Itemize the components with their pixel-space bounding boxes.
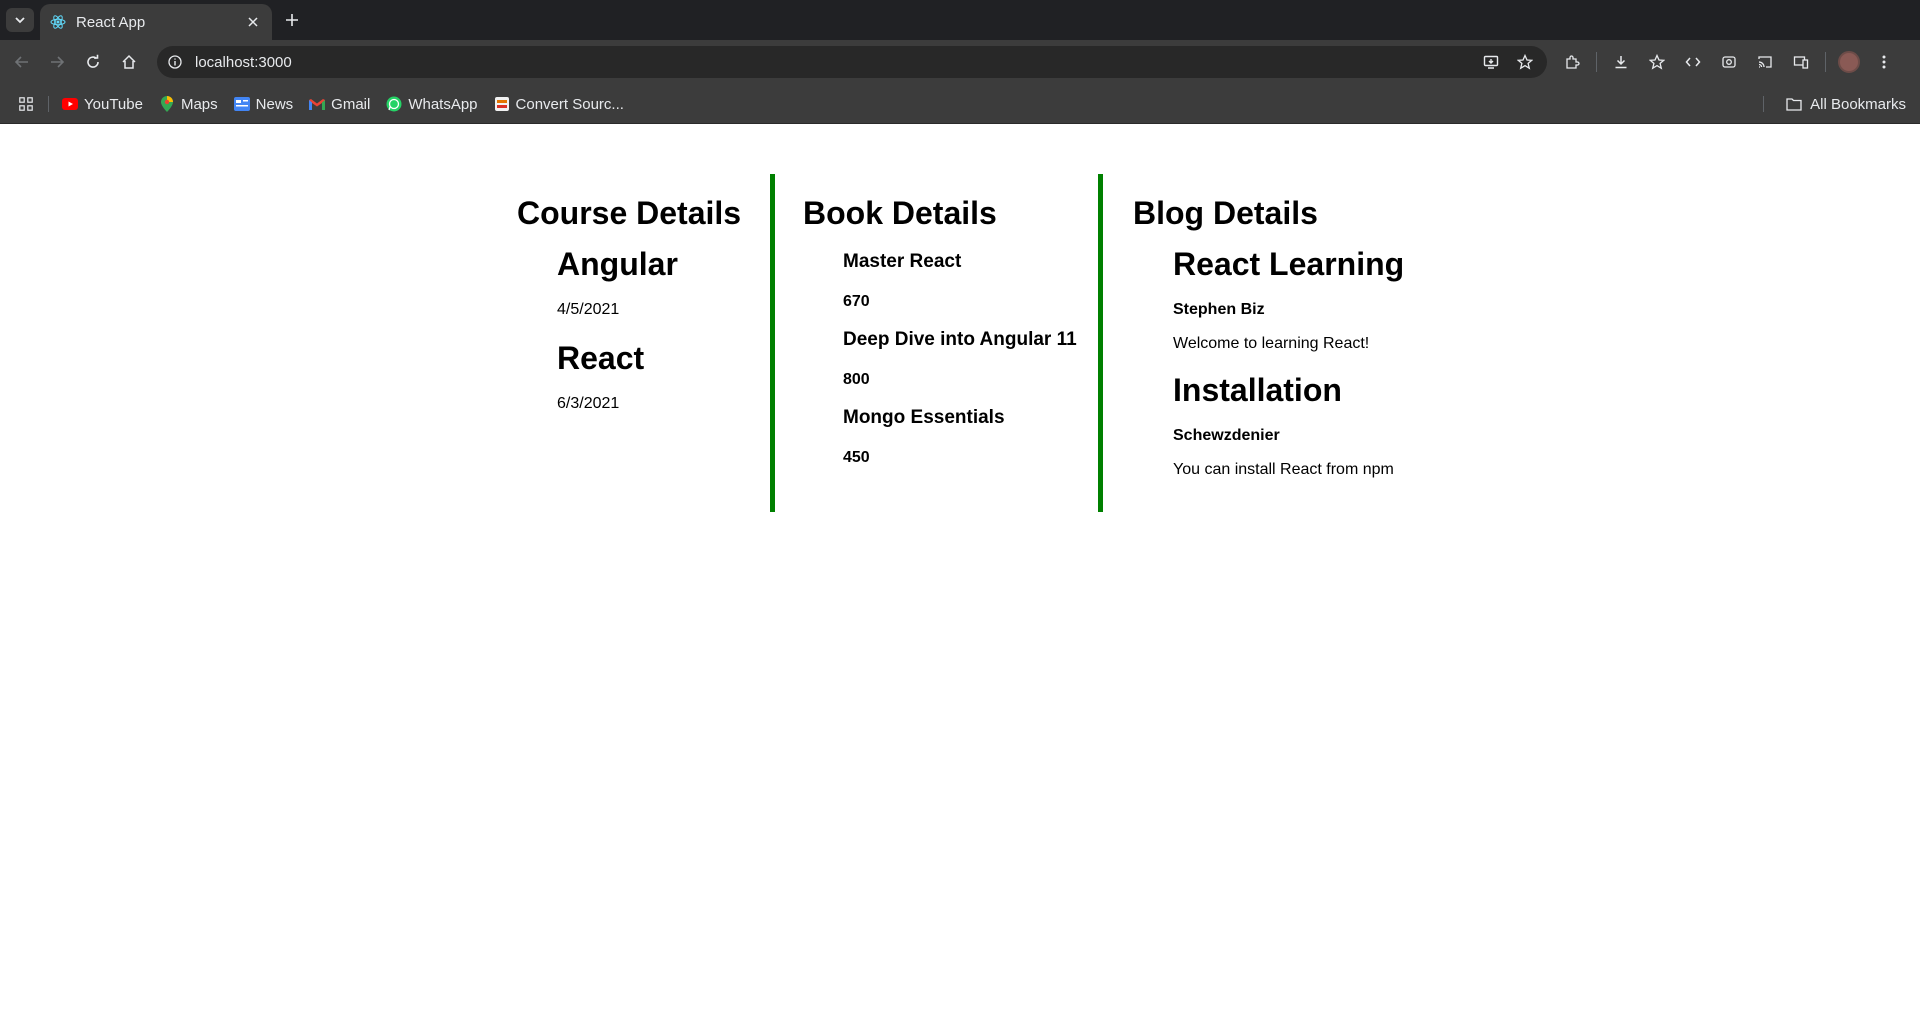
- blog-author: Stephen Biz: [1173, 301, 1265, 318]
- apps-grid-icon[interactable]: [16, 94, 36, 114]
- back-arrow-icon: [14, 56, 28, 68]
- blog-item: Installation Schewzdenier You can instal…: [1173, 370, 1431, 480]
- devices-icon[interactable]: [1789, 50, 1813, 74]
- bookmark-label: Maps: [180, 95, 218, 113]
- toolbar-actions: [1560, 50, 1896, 74]
- new-tab-button[interactable]: [280, 8, 304, 32]
- blog-title: Installation: [1173, 372, 1342, 408]
- blog-content: You can install React from npm: [1173, 461, 1394, 478]
- bookmark-list: YouTube Maps News Gmail WhatsApp Convert…: [62, 84, 624, 124]
- book-details-heading: Book Details: [803, 195, 997, 231]
- kebab-menu-icon[interactable]: [1872, 50, 1896, 74]
- page-content: Course Details Angular 4/5/2021 React 6/…: [0, 124, 1920, 1022]
- book-item: Master React 670: [843, 250, 1091, 312]
- address-bar[interactable]: localhost:3000: [157, 46, 1547, 78]
- browser-toolbar: localhost:3000: [0, 40, 1920, 84]
- bookmark-gmail[interactable]: Gmail: [309, 96, 370, 113]
- course-list: Angular 4/5/2021 React 6/3/2021: [517, 244, 763, 414]
- close-tab-icon[interactable]: [244, 13, 262, 31]
- course-date: 6/3/2021: [557, 395, 620, 412]
- blog-details-heading: Blog Details: [1133, 195, 1318, 231]
- home-icon: [122, 54, 136, 69]
- maps-icon: [159, 96, 175, 112]
- reload-icon: [87, 54, 99, 68]
- toolbar-divider: [1825, 52, 1826, 72]
- code-icon[interactable]: [1681, 50, 1705, 74]
- blog-item: React Learning Stephen Biz Welcome to le…: [1173, 244, 1431, 354]
- reload-button[interactable]: [81, 50, 105, 74]
- book-price: 670: [843, 293, 870, 310]
- book-name: Deep Dive into Angular 11: [843, 329, 1077, 350]
- bookmark-label: Convert Sourc...: [515, 95, 624, 113]
- blog-details-column: Blog Details React Learning Stephen Biz …: [1098, 174, 1438, 512]
- bookmarks-divider: [48, 96, 49, 112]
- screenshot-icon[interactable]: [1717, 50, 1741, 74]
- tab-strip: React App: [0, 0, 1920, 40]
- convert-icon: [494, 96, 510, 112]
- tab-title: React App: [76, 13, 146, 31]
- book-price: 450: [843, 449, 870, 466]
- site-info-icon[interactable]: [167, 54, 183, 70]
- course-item: Angular 4/5/2021: [557, 244, 763, 320]
- bookmark-whatsapp[interactable]: WhatsApp: [386, 95, 478, 113]
- blog-title: React Learning: [1173, 246, 1405, 282]
- book-price: 800: [843, 371, 870, 388]
- bookmarks-bar: YouTube Maps News Gmail WhatsApp Convert…: [0, 84, 1920, 124]
- whatsapp-icon: [386, 96, 402, 112]
- course-name: Angular: [557, 246, 678, 282]
- install-app-icon[interactable]: [1479, 50, 1503, 74]
- blog-author: Schewzdenier: [1173, 427, 1280, 444]
- downloads-icon[interactable]: [1609, 50, 1633, 74]
- home-button[interactable]: [117, 50, 141, 74]
- course-date: 4/5/2021: [557, 301, 620, 318]
- reading-list-icon[interactable]: [1645, 50, 1669, 74]
- bookmark-news[interactable]: News: [233, 95, 294, 113]
- details-columns: Course Details Angular 4/5/2021 React 6/…: [510, 174, 1438, 512]
- course-details-column: Course Details Angular 4/5/2021 React 6/…: [510, 174, 770, 512]
- course-name: React: [557, 340, 645, 376]
- book-list: Master React 670 Deep Dive into Angular …: [803, 250, 1091, 468]
- cast-icon[interactable]: [1753, 50, 1777, 74]
- bookmark-label: WhatsApp: [408, 95, 478, 113]
- bookmark-convert-source[interactable]: Convert Sourc...: [494, 96, 624, 113]
- blog-content: Welcome to learning React!: [1173, 335, 1370, 352]
- bookmark-label: YouTube: [84, 95, 143, 113]
- all-bookmarks-label: All Bookmarks: [1810, 95, 1906, 113]
- bookmark-maps[interactable]: Maps: [159, 96, 218, 113]
- extensions-icon[interactable]: [1560, 50, 1584, 74]
- tab-active[interactable]: React App: [40, 4, 272, 40]
- course-item: React 6/3/2021: [557, 338, 763, 414]
- book-details-column: Book Details Master React 670 Deep Dive …: [770, 174, 1098, 512]
- youtube-icon: [62, 96, 78, 112]
- profile-avatar[interactable]: [1838, 51, 1860, 73]
- url-text[interactable]: localhost:3000: [195, 54, 292, 71]
- all-bookmarks-button[interactable]: All Bookmarks: [1786, 84, 1906, 124]
- book-name: Master React: [843, 251, 962, 272]
- chevron-down-icon: [15, 17, 25, 24]
- tab-search-button[interactable]: [6, 8, 34, 32]
- gmail-icon: [309, 96, 326, 112]
- course-details-heading: Course Details: [517, 195, 742, 231]
- book-name: Mongo Essentials: [843, 407, 1005, 428]
- toolbar-divider: [1596, 52, 1597, 72]
- book-item: Deep Dive into Angular 11 800: [843, 328, 1091, 390]
- bookmark-label: Gmail: [331, 95, 371, 113]
- bookmark-label: News: [255, 95, 294, 113]
- forward-arrow-icon: [51, 56, 65, 68]
- plus-icon: [286, 14, 298, 26]
- bookmarks-divider: [1763, 96, 1764, 112]
- book-item: Mongo Essentials 450: [843, 406, 1091, 468]
- blog-list: React Learning Stephen Biz Welcome to le…: [1133, 244, 1431, 480]
- back-button[interactable]: [10, 50, 34, 74]
- folder-icon: [1786, 96, 1802, 112]
- bookmark-youtube[interactable]: YouTube: [62, 96, 143, 113]
- news-icon: [233, 96, 250, 112]
- forward-button[interactable]: [45, 50, 69, 74]
- bookmark-star-icon[interactable]: [1513, 50, 1537, 74]
- react-icon: [50, 14, 66, 30]
